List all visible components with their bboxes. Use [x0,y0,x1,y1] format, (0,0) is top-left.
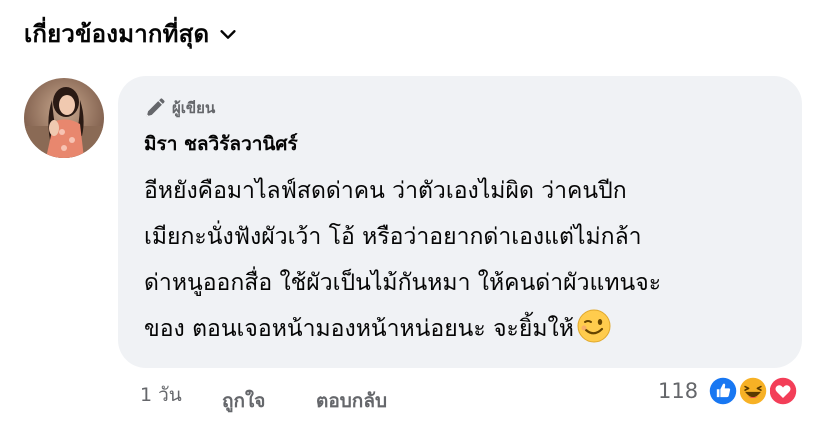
comment-timestamp[interactable]: 1 วัน [140,380,182,410]
avatar[interactable] [24,78,104,158]
haha-reaction-icon [736,374,771,408]
comment-line-last: ของ ตอนเจอหน้ามองหน้าหน่อยนะ จะยิ้มให้ [144,306,764,352]
comment-line: อีหยังคือมาไลฟ์สดด่าคน ว่าตัวเองไม่ผิด ว… [144,178,627,204]
avatar-photo [24,78,104,158]
like-reaction-icon [706,374,741,408]
pen-icon [146,98,165,117]
comment-line: เมียกะนั่งฟังผัวเว้า โอ้ หรือว่าอยากด่าเ… [144,224,642,250]
comment-line: ด่าหนูออกสื่อ ใช้ผัวเป็นไม้กันหมา ให้คนด… [144,270,662,296]
reaction-count: 118 [658,379,699,403]
love-reaction-icon [766,374,801,408]
comment-bubble: ผู้เขียน มิรา ชลวิรัลวานิศร์ อีหยังคือมา… [118,76,802,368]
reply-button[interactable]: ตอบกลับ [316,386,387,416]
comment-sort-dropdown[interactable]: เกี่ยวข้องมากที่สุด [24,14,239,53]
like-button[interactable]: ถูกใจ [222,386,265,416]
comment-text: อีหยังคือมาไลฟ์สดด่าคน ว่าตัวเองไม่ผิด ว… [144,168,764,352]
author-badge-label: ผู้เขียน [172,99,216,117]
author-badge: ผู้เขียน [144,96,215,120]
comment-line-text: ของ ตอนเจอหน้ามองหน้าหน่อยนะ จะยิ้มให้ [144,316,574,342]
commenter-name[interactable]: มิรา ชลวิรัลวานิศร์ [144,129,298,159]
chevron-down-icon [220,29,236,39]
winking-face-icon [577,309,611,343]
sort-label: เกี่ยวข้องมากที่สุด [24,20,210,48]
reaction-summary[interactable]: 118 [658,374,801,408]
